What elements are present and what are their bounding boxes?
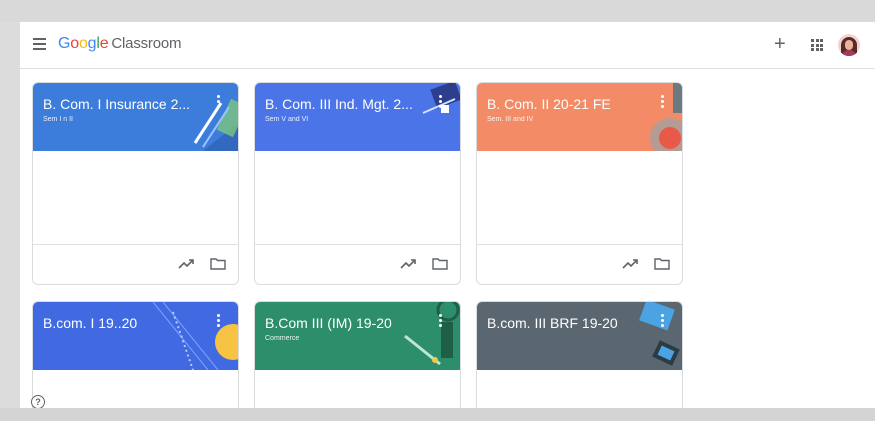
class-card: B. Com. II 20-21 FE Sem. III and IV [476, 82, 683, 285]
top-app-bar: Google Classroom + [20, 22, 875, 69]
class-card: B.com. I 19..20 [32, 301, 239, 408]
class-card-header[interactable]: B.com. I 19..20 [33, 302, 238, 370]
class-title[interactable]: B.com. III BRF 19-20 [487, 315, 647, 331]
class-title[interactable]: B. Com. II 20-21 FE [487, 96, 647, 112]
class-card: B.Com III (IM) 19-20 Commerce [254, 301, 461, 408]
class-card-footer [33, 244, 238, 284]
more-vert-icon[interactable] [661, 314, 664, 329]
background-strip-left [0, 22, 20, 408]
folder-icon[interactable] [432, 258, 448, 270]
background-strip-bottom [0, 408, 875, 421]
class-card: B. Com. III Ind. Mgt. 2... Sem V and VI [254, 82, 461, 285]
class-subtitle: Sem. III and IV [487, 116, 534, 123]
header-illustration [639, 302, 680, 366]
class-card-header[interactable]: B. Com. I Insurance 2... Sem I n II [33, 83, 238, 151]
class-subtitle: Sem I n II [43, 116, 73, 123]
more-vert-icon[interactable] [439, 95, 442, 110]
class-card: B. Com. I Insurance 2... Sem I n II [32, 82, 239, 285]
class-card-header[interactable]: B. Com. II 20-21 FE Sem. III and IV [477, 83, 682, 151]
apps-grid-icon[interactable] [811, 39, 823, 51]
class-card-header[interactable]: B.com. III BRF 19-20 [477, 302, 682, 370]
trending-up-icon[interactable] [178, 258, 194, 270]
class-card-header[interactable]: B.Com III (IM) 19-20 Commerce [255, 302, 460, 370]
more-vert-icon[interactable] [439, 314, 442, 329]
help-icon[interactable]: ? [31, 395, 45, 408]
class-card: B.com. III BRF 19-20 [476, 301, 683, 408]
class-card-footer [477, 244, 682, 284]
classroom-window: Google Classroom + B. Com. I Insurance 2.… [20, 22, 875, 408]
class-card-footer [255, 244, 460, 284]
plus-icon[interactable]: + [774, 34, 786, 54]
trending-up-icon[interactable] [622, 258, 638, 270]
logo-product-text: Classroom [111, 35, 182, 52]
more-vert-icon[interactable] [217, 314, 220, 329]
class-title[interactable]: B. Com. III Ind. Mgt. 2... [265, 96, 425, 112]
trending-up-icon[interactable] [400, 258, 416, 270]
more-vert-icon[interactable] [217, 95, 220, 110]
avatar[interactable] [838, 34, 860, 56]
class-subtitle: Commerce [265, 335, 300, 342]
folder-icon[interactable] [210, 258, 226, 270]
class-title[interactable]: B.Com III (IM) 19-20 [265, 315, 425, 331]
class-card-header[interactable]: B. Com. III Ind. Mgt. 2... Sem V and VI [255, 83, 460, 151]
logo-google-text: Google [58, 35, 109, 52]
hamburger-menu-icon[interactable] [33, 38, 46, 50]
class-title[interactable]: B. Com. I Insurance 2... [43, 96, 203, 112]
header-illustration [152, 302, 238, 370]
more-vert-icon[interactable] [661, 95, 664, 110]
google-classroom-logo[interactable]: Google Classroom [58, 35, 182, 53]
class-subtitle: Sem V and VI [265, 116, 309, 123]
folder-icon[interactable] [654, 258, 670, 270]
class-title[interactable]: B.com. I 19..20 [43, 315, 203, 331]
